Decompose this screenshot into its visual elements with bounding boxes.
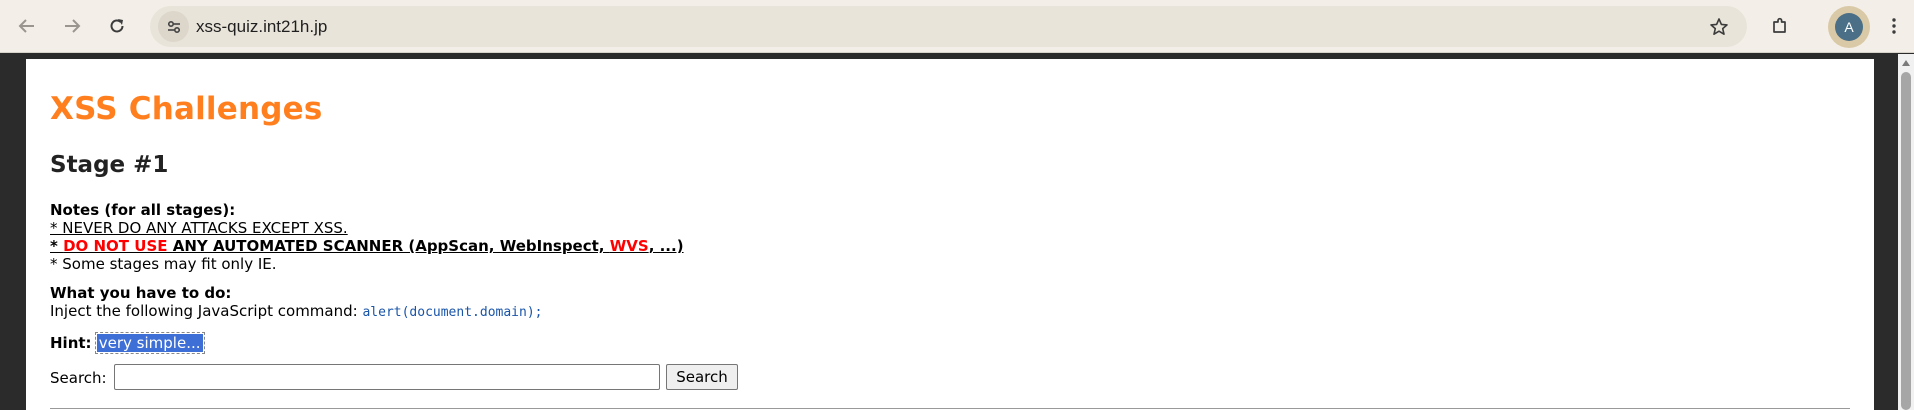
- search-button[interactable]: Search: [666, 364, 738, 390]
- do-not-use-text: DO NOT USE: [63, 237, 168, 255]
- reload-icon: [110, 19, 124, 33]
- page-content: XSS Challenges Stage #1 Notes (for all s…: [26, 59, 1874, 410]
- notes-line-2-prefix: *: [50, 237, 64, 255]
- back-button[interactable]: [11, 10, 43, 42]
- browser-toolbar: xss-quiz.int21h.jp A: [0, 0, 1914, 53]
- js-command-code: alert(document.domain);: [362, 305, 543, 320]
- site-title: XSS Challenges: [50, 91, 323, 127]
- wvs-text: WVS: [609, 237, 649, 255]
- scrollbar-thumb[interactable]: [1901, 72, 1911, 410]
- address-bar[interactable]: xss-quiz.int21h.jp: [150, 6, 1747, 47]
- notes-line-1: * NEVER DO ANY ATTACKS EXCEPT XSS.: [50, 219, 348, 237]
- puzzle-icon: [1773, 17, 1786, 33]
- forward-button[interactable]: [56, 10, 88, 42]
- site-info-button[interactable]: [158, 11, 189, 42]
- forward-arrow-icon: [65, 19, 81, 33]
- bookmark-button[interactable]: [1707, 15, 1731, 39]
- notes-line-2-suffix: , ...): [648, 237, 684, 255]
- search-form: Search: Search: [50, 364, 738, 390]
- back-arrow-icon: [18, 19, 34, 33]
- notes-line-3: * Some stages may fit only IE.: [50, 255, 277, 273]
- tune-icon: [167, 20, 180, 33]
- reload-button[interactable]: [101, 10, 133, 42]
- notes-section: Notes (for all stages): * NEVER DO ANY A…: [50, 201, 684, 273]
- browser-menu-button[interactable]: [1878, 10, 1910, 42]
- notes-line-2: * DO NOT USE ANY AUTOMATED SCANNER (AppS…: [50, 237, 684, 255]
- profile-button[interactable]: A: [1828, 6, 1870, 48]
- search-label: Search:: [50, 369, 107, 387]
- todo-text-line: Inject the following JavaScript command:…: [50, 302, 542, 322]
- page-viewport: XSS Challenges Stage #1 Notes (for all s…: [0, 54, 1914, 410]
- star-icon: [1710, 18, 1728, 35]
- todo-heading: What you have to do:: [50, 284, 232, 302]
- todo-section: What you have to do: Inject the followin…: [50, 284, 542, 322]
- notes-heading: Notes (for all stages):: [50, 201, 236, 219]
- hint-label: Hint:: [50, 334, 97, 352]
- url-text[interactable]: xss-quiz.int21h.jp: [196, 17, 327, 37]
- hint-section: Hint: very simple...: [50, 332, 205, 354]
- kebab-menu-icon: [1892, 18, 1896, 34]
- scroll-up-arrow-icon[interactable]: [1902, 60, 1910, 66]
- notes-line-2-mid: ANY AUTOMATED SCANNER (AppScan, WebInspe…: [167, 237, 610, 255]
- avatar: A: [1835, 13, 1863, 41]
- divider: [50, 408, 1850, 409]
- hint-value: very simple...: [94, 332, 205, 354]
- stage-heading: Stage #1: [50, 152, 169, 178]
- extensions-button[interactable]: [1764, 10, 1796, 42]
- todo-text: Inject the following JavaScript command:: [50, 302, 363, 320]
- search-input[interactable]: [114, 364, 660, 390]
- vertical-scrollbar[interactable]: [1898, 54, 1914, 410]
